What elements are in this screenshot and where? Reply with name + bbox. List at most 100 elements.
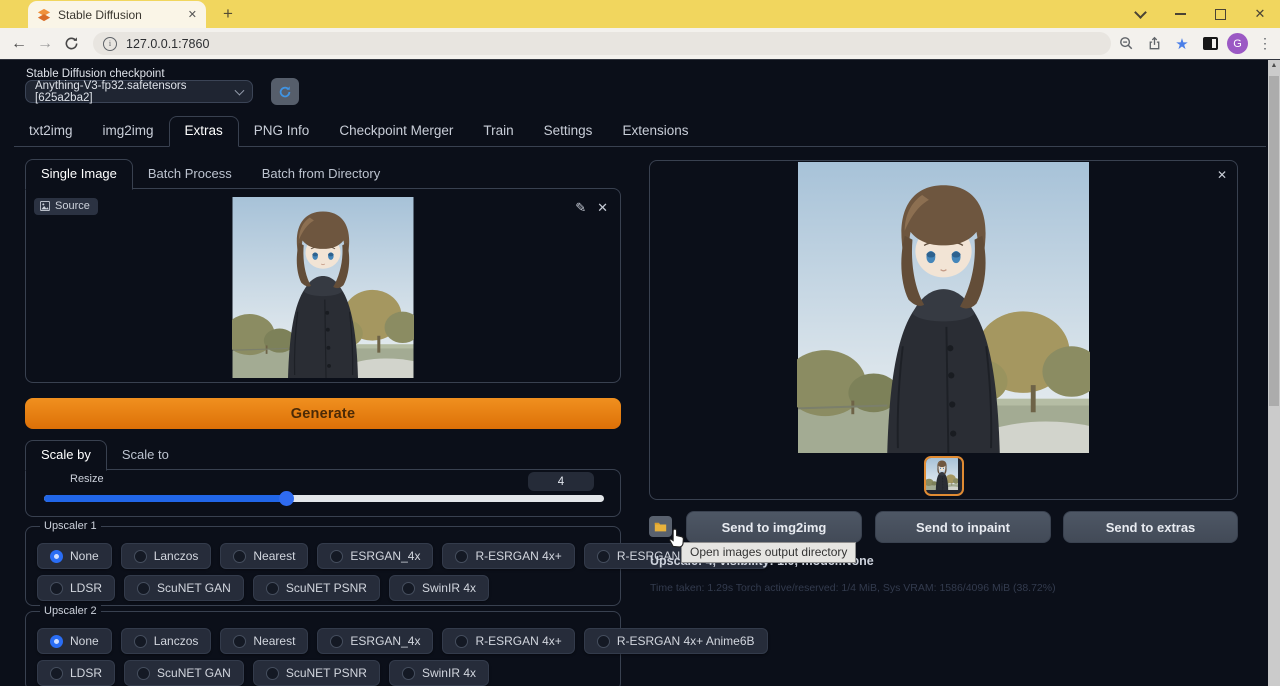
upscaler1-option-esrgan4x[interactable]: ESRGAN_4x <box>317 543 433 569</box>
upscaler1-option-lanczos[interactable]: Lanczos <box>121 543 212 569</box>
tab-search-chevron-icon[interactable] <box>1120 0 1160 28</box>
upscaler2-group: Upscaler 2 None Lanczos Nearest ESRGAN_4… <box>25 611 621 686</box>
send-to-extras-button[interactable]: Send to extras <box>1063 511 1238 543</box>
upscaler2-option-scunet-gan[interactable]: ScuNET GAN <box>124 660 244 686</box>
edit-image-icon[interactable]: ✎ <box>575 200 586 216</box>
radio-icon <box>597 635 610 648</box>
tab-train[interactable]: Train <box>468 117 528 146</box>
subtab-batch-process[interactable]: Batch Process <box>133 160 247 189</box>
tab-extensions[interactable]: Extensions <box>607 117 703 146</box>
tab-img2img[interactable]: img2img <box>88 117 169 146</box>
browser-tab[interactable]: Stable Diffusion ✕ <box>28 1 206 28</box>
send-to-inpaint-button[interactable]: Send to inpaint <box>875 511 1051 543</box>
site-info-icon[interactable]: i <box>103 37 117 51</box>
share-icon[interactable] <box>1143 33 1165 55</box>
upscaler1-option-ldsr[interactable]: LDSR <box>37 575 115 601</box>
tab-title: Stable Diffusion <box>58 8 188 22</box>
side-panel-icon[interactable] <box>1199 33 1221 55</box>
upscaler1-option-scunet-psnr[interactable]: ScuNET PSNR <box>253 575 380 601</box>
upscaler1-option-scunet-gan[interactable]: ScuNET GAN <box>124 575 244 601</box>
tab-extras[interactable]: Extras <box>169 116 239 147</box>
maximize-icon[interactable] <box>1200 0 1240 28</box>
browser-menu-icon[interactable]: ⋮ <box>1254 33 1276 55</box>
scale-mode-tabs: Scale by Scale to <box>25 442 184 470</box>
radio-icon <box>402 582 415 595</box>
tab-checkpoint-merger[interactable]: Checkpoint Merger <box>324 117 468 146</box>
back-icon[interactable]: ← <box>6 35 32 53</box>
upscaler2-option-swinir4x[interactable]: SwinIR 4x <box>389 660 489 686</box>
upscaler2-option-none[interactable]: None <box>37 628 112 654</box>
reload-icon[interactable] <box>60 33 82 55</box>
slider-handle[interactable] <box>279 491 294 506</box>
browser-toolbar: ← → i 127.0.0.1:7860 ★ G ⋮ <box>0 28 1280 59</box>
resize-slider[interactable] <box>44 495 604 502</box>
refresh-checkpoint-button[interactable] <box>271 78 299 105</box>
radio-icon <box>233 635 246 648</box>
subtab-single-image[interactable]: Single Image <box>25 159 133 190</box>
upscaler2-option-resrgan4x[interactable]: R-ESRGAN 4x+ <box>442 628 574 654</box>
close-gallery-icon[interactable]: ✕ <box>1217 168 1227 182</box>
performance-info-text: Time taken: 1.29s Torch active/reserved:… <box>650 582 1056 594</box>
url-bar[interactable]: i 127.0.0.1:7860 <box>93 32 1111 55</box>
chrome-page-divider <box>0 59 1280 60</box>
radio-selected-icon <box>50 635 63 648</box>
tab-close-icon[interactable]: ✕ <box>188 8 197 21</box>
radio-icon <box>266 582 279 595</box>
page-scrollbar[interactable]: ▲ <box>1268 60 1280 686</box>
pill-label: ScuNET PSNR <box>286 666 367 680</box>
upscaler1-option-nearest[interactable]: Nearest <box>220 543 308 569</box>
pill-label: Lanczos <box>154 634 199 648</box>
tab-png-info[interactable]: PNG Info <box>239 117 325 146</box>
url-text: 127.0.0.1:7860 <box>126 37 209 51</box>
tab-scale-to[interactable]: Scale to <box>107 441 184 470</box>
tab-txt2img[interactable]: txt2img <box>14 117 88 146</box>
send-to-img2img-button[interactable]: Send to img2img <box>686 511 862 543</box>
profile-avatar[interactable]: G <box>1227 33 1248 54</box>
pill-label: ESRGAN_4x <box>350 634 420 648</box>
upscaler1-option-swinir4x[interactable]: SwinIR 4x <box>389 575 489 601</box>
gallery-thumbnail-selected[interactable] <box>924 456 964 496</box>
checkpoint-select[interactable]: Anything-V3-fp32.safetensors [625a2ba2] <box>25 80 253 103</box>
favicon-stable-diffusion-icon <box>37 8 51 22</box>
bookmark-star-icon[interactable]: ★ <box>1171 33 1193 55</box>
clear-image-icon[interactable]: ✕ <box>597 200 608 216</box>
upscaler1-option-none[interactable]: None <box>37 543 112 569</box>
resize-value-input[interactable]: 4 <box>528 472 594 491</box>
upscaler2-option-esrgan4x[interactable]: ESRGAN_4x <box>317 628 433 654</box>
upscaler1-option-resrgan4x[interactable]: R-ESRGAN 4x+ <box>442 543 574 569</box>
upscaler2-label: Upscaler 2 <box>40 605 101 617</box>
upscaler2-option-scunet-psnr[interactable]: ScuNET PSNR <box>253 660 380 686</box>
upscaler2-option-ldsr[interactable]: LDSR <box>37 660 115 686</box>
new-tab-button[interactable]: + <box>217 3 239 25</box>
radio-icon <box>233 550 246 563</box>
forward-icon[interactable]: → <box>32 35 58 53</box>
browser-tab-bar: Stable Diffusion ✕ + ✕ <box>0 0 1280 28</box>
window-close-icon[interactable]: ✕ <box>1240 0 1280 28</box>
source-label: Source <box>55 200 90 212</box>
upscaler2-option-lanczos[interactable]: Lanczos <box>121 628 212 654</box>
scrollbar-thumb[interactable] <box>1269 76 1279 406</box>
subtab-batch-from-directory[interactable]: Batch from Directory <box>247 160 395 189</box>
pill-label: R-ESRGAN 4x+ <box>475 549 561 563</box>
generate-button[interactable]: Generate <box>25 398 621 429</box>
upscaler2-option-nearest[interactable]: Nearest <box>220 628 308 654</box>
tab-settings[interactable]: Settings <box>529 117 608 146</box>
source-tag: Source <box>34 198 98 215</box>
upscaler1-label: Upscaler 1 <box>40 520 101 532</box>
minimize-icon[interactable] <box>1160 0 1200 28</box>
thumbnail-image <box>926 458 958 490</box>
radio-icon <box>134 635 147 648</box>
output-image[interactable] <box>797 162 1090 453</box>
radio-icon <box>50 582 63 595</box>
source-image[interactable] <box>232 197 414 378</box>
source-image-dropzone[interactable]: Source ✎ ✕ <box>25 188 621 383</box>
pill-label: R-ESRGAN 4x+ <box>475 634 561 648</box>
upscaler2-option-resrgan-anime6b[interactable]: R-ESRGAN 4x+ Anime6B <box>584 628 768 654</box>
window-controls: ✕ <box>1120 0 1280 28</box>
checkpoint-label: Stable Diffusion checkpoint <box>26 68 165 80</box>
pill-label: ScuNET PSNR <box>286 581 367 595</box>
radio-icon <box>330 635 343 648</box>
scrollbar-up-icon[interactable]: ▲ <box>1268 62 1280 69</box>
tab-scale-by[interactable]: Scale by <box>25 440 107 471</box>
zoom-icon[interactable] <box>1115 33 1137 55</box>
